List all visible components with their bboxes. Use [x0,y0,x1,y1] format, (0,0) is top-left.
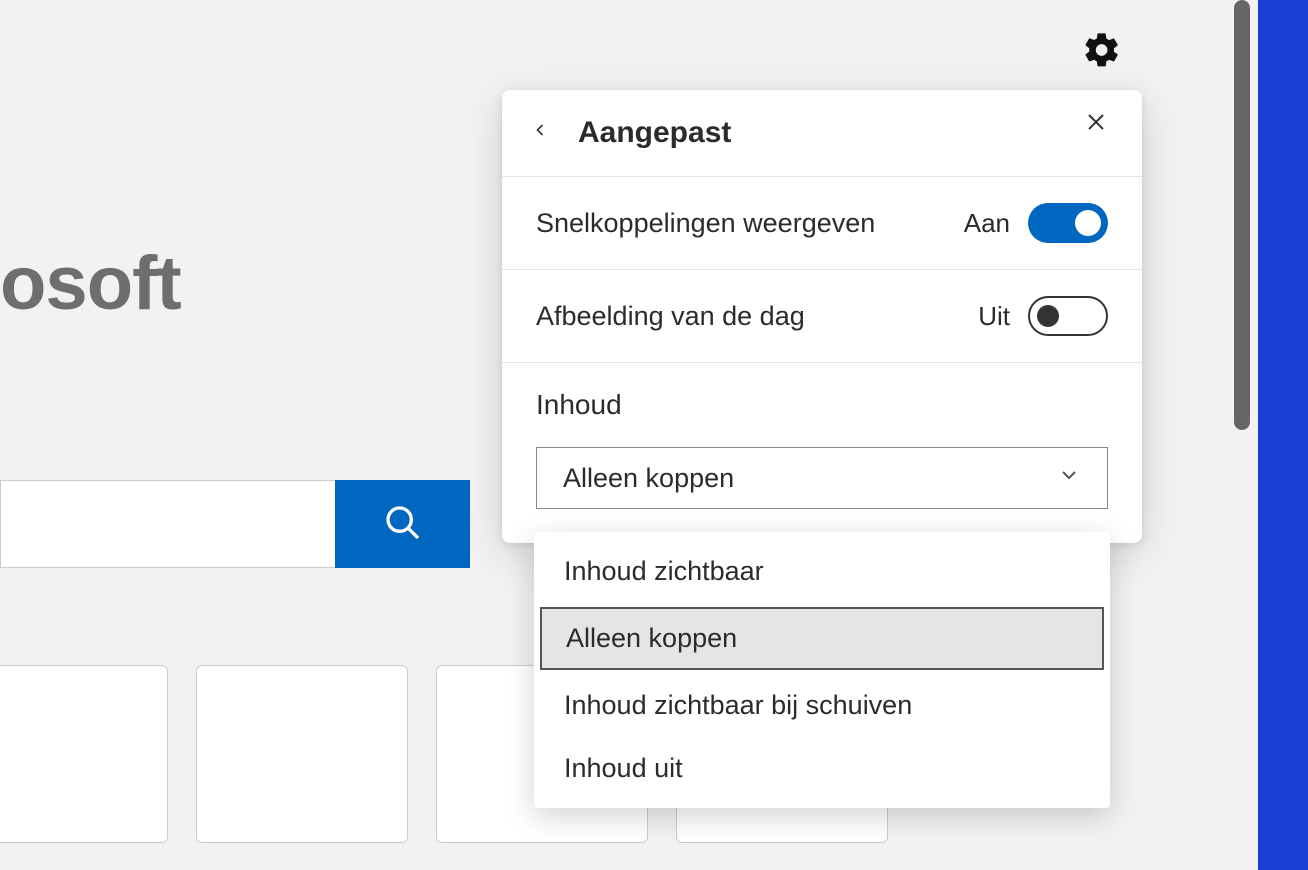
toggle-state-text: Uit [978,301,1010,332]
content-dropdown: Inhoud zichtbaar Alleen koppen Inhoud zi… [534,532,1110,808]
back-button[interactable] [530,120,556,146]
close-button[interactable] [1084,110,1114,140]
brand-text: osoft [0,240,181,327]
content-label: Inhoud [536,389,1108,421]
setting-row-shortcuts: Snelkoppelingen weergeven Aan [502,177,1142,270]
dropdown-option-selected[interactable]: Alleen koppen [540,607,1104,670]
select-value: Alleen koppen [563,463,734,494]
search-icon [383,503,423,546]
dropdown-option[interactable]: Inhoud uit [534,737,1110,800]
chevron-down-icon [1057,463,1081,494]
toggle-knob [1075,210,1101,236]
panel-title: Aangepast [578,116,731,150]
settings-gear-button[interactable] [1082,30,1122,70]
quick-link-tile[interactable] [0,665,168,843]
search-input[interactable] [0,480,335,568]
scrollbar[interactable] [1234,0,1250,430]
content-section: Inhoud Alleen koppen [502,363,1142,543]
settings-panel: Aangepast Snelkoppelingen weergeven Aan … [502,90,1142,543]
chevron-left-icon [530,127,550,144]
toggle-knob [1037,305,1059,327]
dropdown-option[interactable]: Inhoud zichtbaar [534,540,1110,603]
setting-label: Snelkoppelingen weergeven [536,208,875,239]
toggle-state-text: Aan [964,208,1010,239]
search-bar [0,480,470,568]
content-select[interactable]: Alleen koppen [536,447,1108,509]
close-icon [1084,121,1108,138]
setting-label: Afbeelding van de dag [536,301,805,332]
toggle-group: Uit [978,296,1108,336]
dropdown-option[interactable]: Inhoud zichtbaar bij schuiven [534,674,1110,737]
setting-row-image-of-day: Afbeelding van de dag Uit [502,270,1142,363]
toggle-shortcuts[interactable] [1028,203,1108,243]
panel-header: Aangepast [502,90,1142,177]
gear-icon [1082,57,1122,74]
toggle-image-of-day[interactable] [1028,296,1108,336]
quick-link-tile[interactable] [196,665,408,843]
toggle-group: Aan [964,203,1108,243]
search-button[interactable] [335,480,470,568]
right-blue-strip [1258,0,1308,870]
